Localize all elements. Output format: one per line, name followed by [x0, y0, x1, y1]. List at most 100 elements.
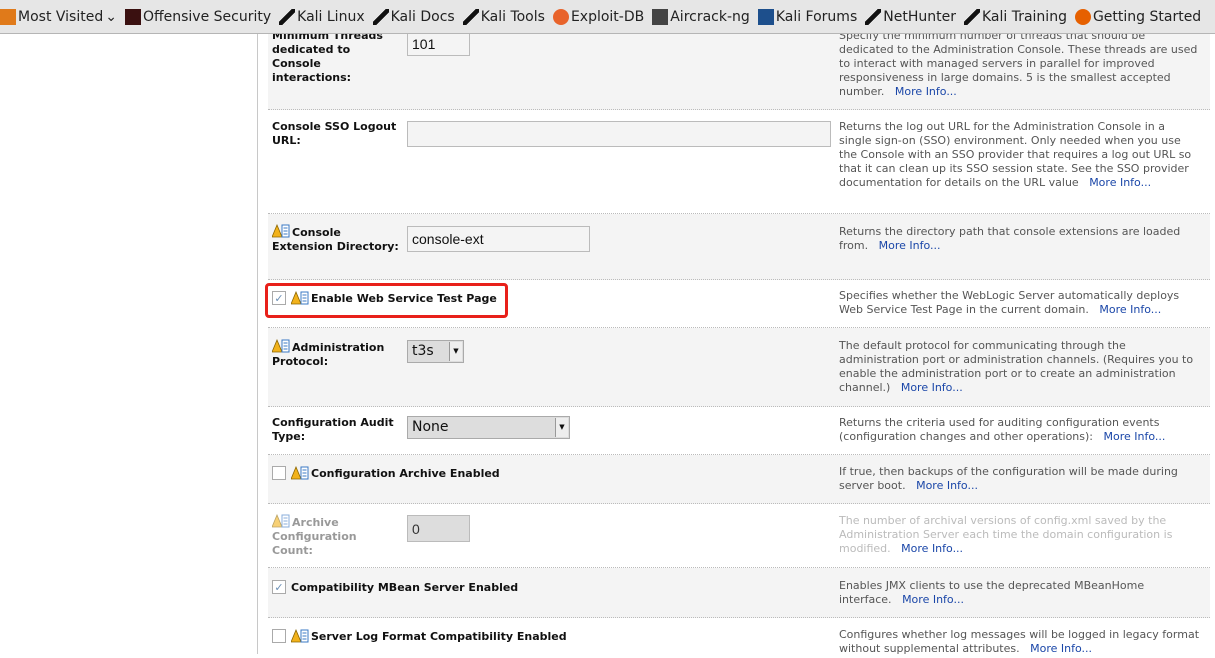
more-info-link[interactable]: More Info...	[1104, 430, 1166, 443]
console-ext-dir-input[interactable]	[407, 226, 590, 252]
settings-form: Minimum Threads dedicated to Console int…	[268, 25, 1210, 658]
bookmark-kali-forums[interactable]: Kali Forums	[757, 8, 858, 25]
kali-forums-icon	[757, 8, 774, 25]
desc-text: If true, then backups of the configurati…	[839, 465, 1178, 492]
bookmark-aircrack-ng[interactable]: Aircrack-ng	[652, 8, 750, 25]
bookmark-label: Aircrack-ng	[670, 8, 750, 25]
log-format-checkbox-label[interactable]: Server Log Format Compatibility Enabled	[272, 629, 567, 643]
description: If true, then backups of the configurati…	[839, 465, 1199, 493]
bookmark-offensive-security[interactable]: Offensive Security	[124, 8, 272, 25]
label: Administration Protocol:	[272, 339, 400, 369]
row-admin-protocol: Administration Protocol: t3s ▼ The defaul…	[268, 328, 1210, 407]
highlight-box	[265, 283, 508, 318]
bookmark-exploit-db[interactable]: Exploit-DB	[552, 8, 645, 25]
bookmark-label: Getting Started	[1092, 8, 1202, 25]
label-text: Configuration Archive Enabled	[311, 466, 500, 480]
label-text: Compatibility MBean Server Enabled	[291, 580, 519, 594]
more-info-link[interactable]: More Info...	[901, 381, 963, 394]
chevron-down-icon: ▼	[449, 342, 462, 361]
description: Configures whether log messages will be …	[839, 628, 1199, 656]
description: Returns the directory path that console …	[839, 225, 1199, 253]
bookmark-getting-started[interactable]: Getting Started	[1074, 8, 1202, 25]
bookmark-label: Offensive Security	[142, 8, 272, 25]
left-panel	[0, 34, 258, 654]
kali-dragon-icon	[279, 8, 296, 25]
kali-dragon-icon	[462, 8, 479, 25]
row-archive-enabled: Configuration Archive Enabled If true, t…	[268, 455, 1210, 504]
bookmark-label: Kali Tools	[480, 8, 545, 25]
label: Minimum Threads dedicated to Console int…	[272, 29, 383, 84]
bookmark-label: NetHunter	[883, 8, 956, 25]
kali-dragon-icon	[372, 8, 389, 25]
admin-protocol-select[interactable]: t3s ▼	[407, 340, 464, 363]
selected-value: t3s	[412, 343, 434, 359]
row-compat-mbean: ✓ Compatibility MBean Server Enabled Enab…	[268, 568, 1210, 618]
description: The number of archival versions of confi…	[839, 514, 1199, 556]
row-audit-type: Configuration Audit Type: None ▼ Returns …	[268, 407, 1210, 455]
bookmarks-toolbar: Most Visited ⌄ Offensive Security Kali Linu…	[0, 0, 1215, 34]
chevron-down-icon: ▼	[555, 418, 568, 437]
bookmark-label: Kali Training	[981, 8, 1067, 25]
bookmark-label: Exploit-DB	[570, 8, 645, 25]
description: The default protocol for communicating t…	[839, 339, 1199, 395]
label: Console SSO Logout URL:	[272, 120, 397, 147]
bookmark-most-visited[interactable]: Most Visited ⌄	[0, 8, 117, 25]
min-threads-input[interactable]	[407, 32, 470, 56]
warning-icon	[272, 224, 290, 238]
bookmark-label: Kali Forums	[775, 8, 858, 25]
warning-icon	[291, 466, 309, 480]
more-info-link[interactable]: More Info...	[901, 542, 963, 555]
sso-logout-url-input[interactable]	[407, 121, 831, 147]
audit-type-select[interactable]: None ▼	[407, 416, 570, 439]
archive-enabled-checkbox-label[interactable]: Configuration Archive Enabled	[272, 466, 500, 480]
description: Enables JMX clients to use the deprecate…	[839, 579, 1199, 607]
bookmark-label: Most Visited	[18, 8, 104, 25]
firefox-icon	[1074, 8, 1091, 25]
bookmark-kali-tools[interactable]: Kali Tools	[462, 8, 545, 25]
desc-text: The default protocol for communicating t…	[839, 339, 1194, 394]
label: Configuration Audit Type:	[272, 416, 394, 443]
bookmark-kali-linux[interactable]: Kali Linux	[279, 8, 365, 25]
selected-value: None	[412, 419, 449, 435]
row-console-ext: Console Extension Directory: Returns the…	[268, 214, 1210, 280]
label-text: Server Log Format Compatibility Enabled	[311, 629, 567, 643]
desc-text: Specify the minimum number of threads th…	[839, 29, 1198, 98]
description: Specify the minimum number of threads th…	[839, 29, 1199, 99]
row-log-format: Server Log Format Compatibility Enabled …	[268, 618, 1210, 658]
archive-count-input	[407, 515, 470, 542]
more-info-link[interactable]: More Info...	[1099, 303, 1161, 316]
description: Specifies whether the WebLogic Server au…	[839, 289, 1199, 317]
offsec-icon	[124, 8, 141, 25]
description: Returns the criteria used for auditing c…	[839, 416, 1199, 444]
bookmark-kali-docs[interactable]: Kali Docs	[372, 8, 455, 25]
bookmark-kali-training[interactable]: Kali Training	[963, 8, 1067, 25]
log-format-checkbox[interactable]	[272, 629, 286, 643]
more-info-link[interactable]: More Info...	[879, 239, 941, 252]
label: Archive Configuration Count:	[272, 514, 400, 558]
more-info-link[interactable]: More Info...	[1030, 642, 1092, 655]
label-text: Console Extension Directory:	[272, 226, 399, 253]
chevron-down-icon: ⌄	[105, 8, 117, 25]
desc-text: Configures whether log messages will be …	[839, 628, 1200, 655]
exploitdb-bug-icon	[552, 8, 569, 25]
warning-icon	[272, 514, 290, 528]
compat-mbean-checkbox[interactable]: ✓	[272, 580, 286, 594]
desc-text: The number of archival versions of confi…	[839, 514, 1173, 555]
row-min-threads: Minimum Threads dedicated to Console int…	[268, 25, 1210, 110]
archive-enabled-checkbox[interactable]	[272, 466, 286, 480]
description: Returns the log out URL for the Administ…	[839, 120, 1199, 190]
warning-icon	[272, 339, 290, 353]
more-info-link[interactable]: More Info...	[895, 85, 957, 98]
bookmark-label: Kali Docs	[390, 8, 455, 25]
warning-icon	[291, 629, 309, 643]
label: Console Extension Directory:	[272, 224, 400, 254]
kali-dragon-icon	[963, 8, 980, 25]
bookmark-nethunter[interactable]: NetHunter	[865, 8, 956, 25]
more-info-link[interactable]: More Info...	[902, 593, 964, 606]
more-info-link[interactable]: More Info...	[1089, 176, 1151, 189]
compat-mbean-checkbox-label[interactable]: ✓ Compatibility MBean Server Enabled	[272, 580, 518, 594]
kali-dragon-icon	[865, 8, 882, 25]
folder-icon	[0, 8, 16, 25]
more-info-link[interactable]: More Info...	[916, 479, 978, 492]
row-sso-logout: Console SSO Logout URL: Returns the log …	[268, 110, 1210, 214]
